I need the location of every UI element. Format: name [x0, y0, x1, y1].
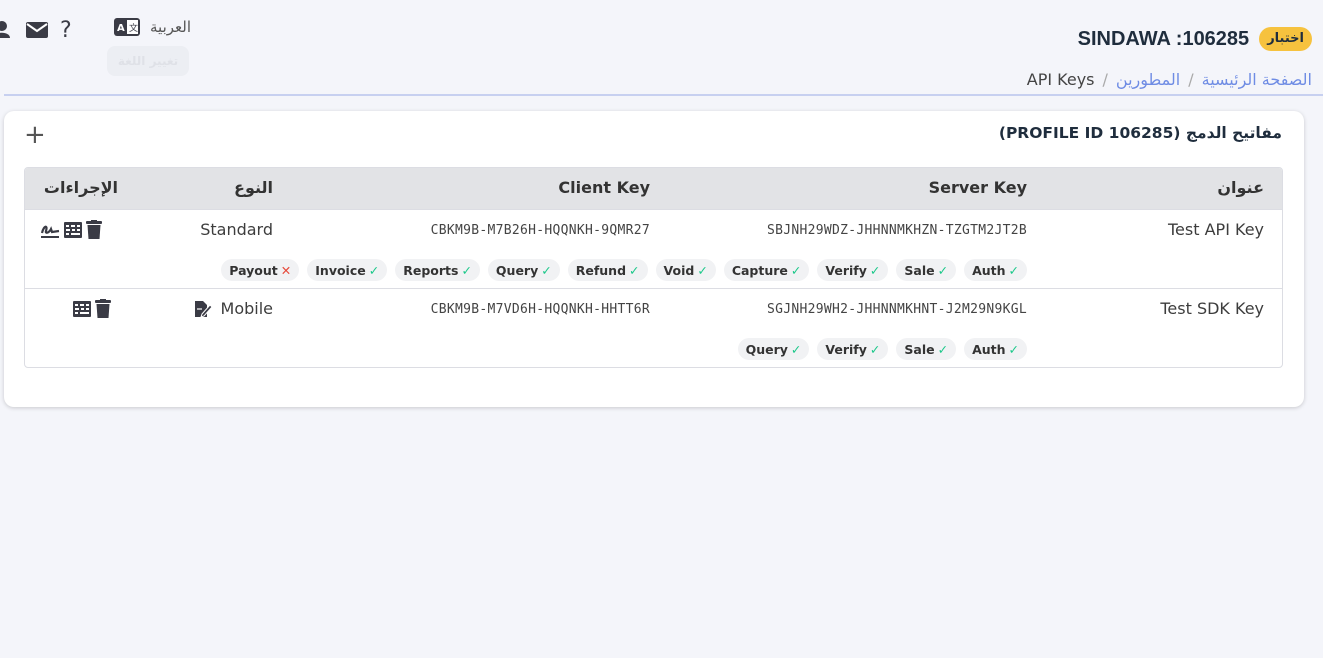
- check-icon: ✓: [790, 262, 802, 278]
- permission-chip: Capture ✓: [723, 259, 810, 281]
- mobile-edit-icon: [193, 300, 213, 318]
- permission-chip: Query ✓: [737, 338, 810, 360]
- permission-chip: Refund ✓: [567, 259, 648, 281]
- envelope-icon[interactable]: [24, 22, 50, 38]
- row-actions: [40, 220, 102, 239]
- check-icon: ✓: [937, 341, 949, 357]
- language-tooltip: تغيير اللغة: [107, 46, 189, 76]
- check-icon: ✓: [541, 262, 552, 278]
- permission-chips: Auth ✓ Sale ✓ Verify ✓ Query ✓: [737, 338, 1027, 360]
- permission-chip: Void ✓: [655, 259, 716, 281]
- breadcrumb-separator: /: [1188, 70, 1194, 89]
- permission-chip: Query ✓: [487, 259, 560, 281]
- barcode-icon[interactable]: [63, 220, 83, 239]
- permission-chip: Auth ✓: [964, 259, 1027, 281]
- breadcrumb: الصفحة الرئيسية / المطورين / API Keys: [1027, 70, 1312, 89]
- permission-chip: Verify ✓: [817, 259, 889, 281]
- check-icon: ✓: [869, 262, 881, 278]
- barcode-icon[interactable]: [72, 299, 92, 318]
- top-bar: ? A文 العربية تغيير اللغة اختبار SINDAWA …: [0, 0, 1323, 96]
- permission-chip: Sale ✓: [896, 259, 957, 281]
- check-icon: ✓: [629, 262, 640, 278]
- table-header: عنوان Server Key Client Key النوع الإجرا…: [25, 168, 1282, 209]
- row-actions: [72, 299, 111, 318]
- permission-chip: Sale ✓: [896, 338, 957, 360]
- api-keys-card: مفاتيح الدمج (PROFILE ID 106285) + عنوان…: [4, 111, 1304, 407]
- check-icon: ✓: [461, 262, 472, 278]
- account-title: SINDAWA :106285: [1077, 27, 1250, 50]
- breadcrumb-separator: /: [1102, 70, 1108, 89]
- language-switcher[interactable]: A文 العربية: [114, 18, 191, 36]
- check-icon: ✓: [869, 341, 881, 357]
- breadcrumb-current: API Keys: [1026, 70, 1095, 89]
- api-keys-table: عنوان Server Key Client Key النوع الإجرا…: [24, 167, 1283, 368]
- breadcrumb-home[interactable]: الصفحة الرئيسية: [1202, 70, 1312, 89]
- header-server-key: Server Key: [928, 178, 1027, 197]
- check-icon: ✓: [937, 262, 949, 278]
- permission-chip: Payout ✕: [221, 259, 300, 281]
- key-type: Standard: [200, 220, 273, 239]
- permission-chip: Reports ✓: [395, 259, 480, 281]
- key-type-label: Mobile: [220, 299, 273, 318]
- header-actions: الإجراءات: [43, 178, 118, 197]
- account-header: اختبار SINDAWA :106285: [1078, 27, 1312, 51]
- breadcrumb-developers[interactable]: المطورين: [1116, 70, 1180, 89]
- client-key[interactable]: CBKM9B-M7VD6H-HQQNKH-HHTT6R: [431, 302, 650, 317]
- add-key-button[interactable]: +: [24, 122, 46, 148]
- trash-icon[interactable]: [95, 299, 111, 318]
- check-icon: ✓: [1008, 262, 1019, 278]
- permission-chip: Auth ✓: [964, 338, 1027, 360]
- key-title: Test SDK Key: [1160, 299, 1264, 318]
- table-row: Test SDK Key SGJNH29WH2-JHHNNMKHNT-J2M29…: [25, 288, 1282, 367]
- permission-chip: Invoice ✓: [307, 259, 388, 281]
- table-row: Test API Key SBJNH29WDZ-JHHNNMKHZN-TZGTM…: [25, 209, 1282, 289]
- key-title: Test API Key: [1168, 220, 1264, 239]
- header-divider: [4, 94, 1323, 96]
- cross-icon: ✕: [280, 262, 292, 278]
- check-icon: ✓: [1008, 341, 1019, 357]
- header-title: عنوان: [1217, 178, 1264, 197]
- client-key[interactable]: CBKM9B-M7B26H-HQQNKH-9QMR27: [431, 223, 650, 238]
- signature-icon[interactable]: [40, 220, 60, 239]
- card-title: مفاتيح الدمج (PROFILE ID 106285): [998, 124, 1282, 142]
- svg-text:A: A: [117, 23, 125, 34]
- language-label: العربية: [150, 18, 191, 36]
- trash-icon[interactable]: [86, 220, 102, 239]
- header-type: النوع: [234, 178, 273, 197]
- svg-text:文: 文: [129, 22, 138, 34]
- test-mode-badge: اختبار: [1259, 27, 1312, 51]
- user-icon[interactable]: [0, 19, 14, 41]
- help-icon[interactable]: ?: [60, 18, 72, 43]
- server-key[interactable]: SBJNH29WDZ-JHHNNMKHZN-TZGTM2JT2B: [767, 223, 1027, 238]
- check-icon: ✓: [368, 262, 380, 278]
- check-icon: ✓: [790, 341, 802, 357]
- permission-chips: Auth ✓ Sale ✓ Verify ✓ Capture ✓ Void ✓ Refun…: [221, 259, 1027, 281]
- top-icons: ?: [0, 16, 72, 44]
- translate-icon: A文: [114, 18, 140, 36]
- header-client-key: Client Key: [558, 178, 650, 197]
- key-type: Mobile: [193, 299, 273, 318]
- check-icon: ✓: [697, 262, 708, 278]
- server-key[interactable]: SGJNH29WH2-JHHNNMKHNT-J2M29N9KGL: [767, 302, 1027, 317]
- permission-chip: Verify ✓: [817, 338, 889, 360]
